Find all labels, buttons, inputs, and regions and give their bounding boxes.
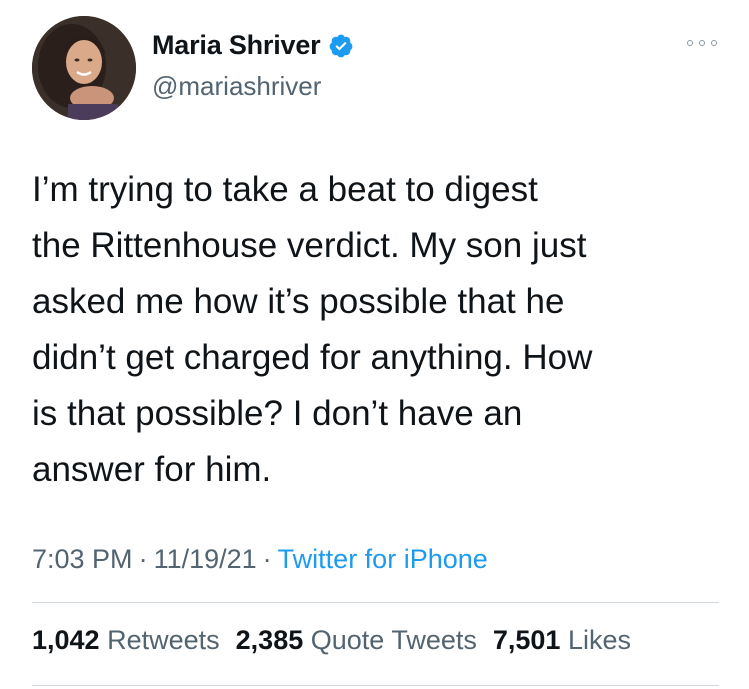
verified-badge-icon xyxy=(330,34,353,57)
dot xyxy=(711,40,717,46)
author-handle[interactable]: @mariashriver xyxy=(152,71,321,102)
tweet-source-link[interactable]: Twitter for iPhone xyxy=(278,544,488,574)
tweet-date[interactable]: 11/19/21 xyxy=(154,544,257,574)
retweets-stat[interactable]: 1,042 Retweets xyxy=(32,625,220,656)
divider xyxy=(32,685,719,686)
author-name-row[interactable]: Maria Shriver xyxy=(152,30,354,61)
quote-tweets-label: Quote Tweets xyxy=(310,625,477,655)
tweet-stats: 1,042 Retweets 2,385 Quote Tweets 7,501 … xyxy=(32,625,631,656)
avatar[interactable] xyxy=(32,16,136,120)
tweet-meta: 7:03 PM · 11/19/21 · Twitter for iPhone xyxy=(32,544,488,575)
tweet-line: answer for him. xyxy=(32,450,272,489)
divider xyxy=(32,602,719,603)
tweet-line: didn’t get charged for anything. How xyxy=(32,338,593,377)
dot xyxy=(699,40,705,46)
likes-label: Likes xyxy=(567,625,631,655)
meta-separator: · xyxy=(138,544,148,574)
quote-tweets-count: 2,385 xyxy=(235,625,304,655)
likes-stat[interactable]: 7,501 Likes xyxy=(493,625,631,656)
likes-count: 7,501 xyxy=(492,625,561,655)
quote-tweets-stat[interactable]: 2,385 Quote Tweets xyxy=(236,625,477,656)
tweet-time[interactable]: 7:03 PM xyxy=(32,544,133,574)
more-options-icon[interactable] xyxy=(687,38,717,48)
meta-separator: · xyxy=(262,544,272,574)
display-name[interactable]: Maria Shriver xyxy=(152,30,321,61)
avatar-photo xyxy=(32,16,136,120)
tweet-text: I’m trying to take a beat to digest the … xyxy=(32,162,722,498)
tweet-line: asked me how it’s possible that he xyxy=(32,282,565,321)
tweet-card: Maria Shriver @mariashriver I’m trying t… xyxy=(0,0,749,689)
tweet-line: I’m trying to take a beat to digest xyxy=(32,170,538,209)
retweets-count: 1,042 xyxy=(32,625,100,655)
tweet-line: the Rittenhouse verdict. My son just xyxy=(32,226,587,265)
tweet-line: is that possible? I don’t have an xyxy=(32,394,523,433)
dot xyxy=(687,40,693,46)
retweets-label: Retweets xyxy=(107,625,220,655)
